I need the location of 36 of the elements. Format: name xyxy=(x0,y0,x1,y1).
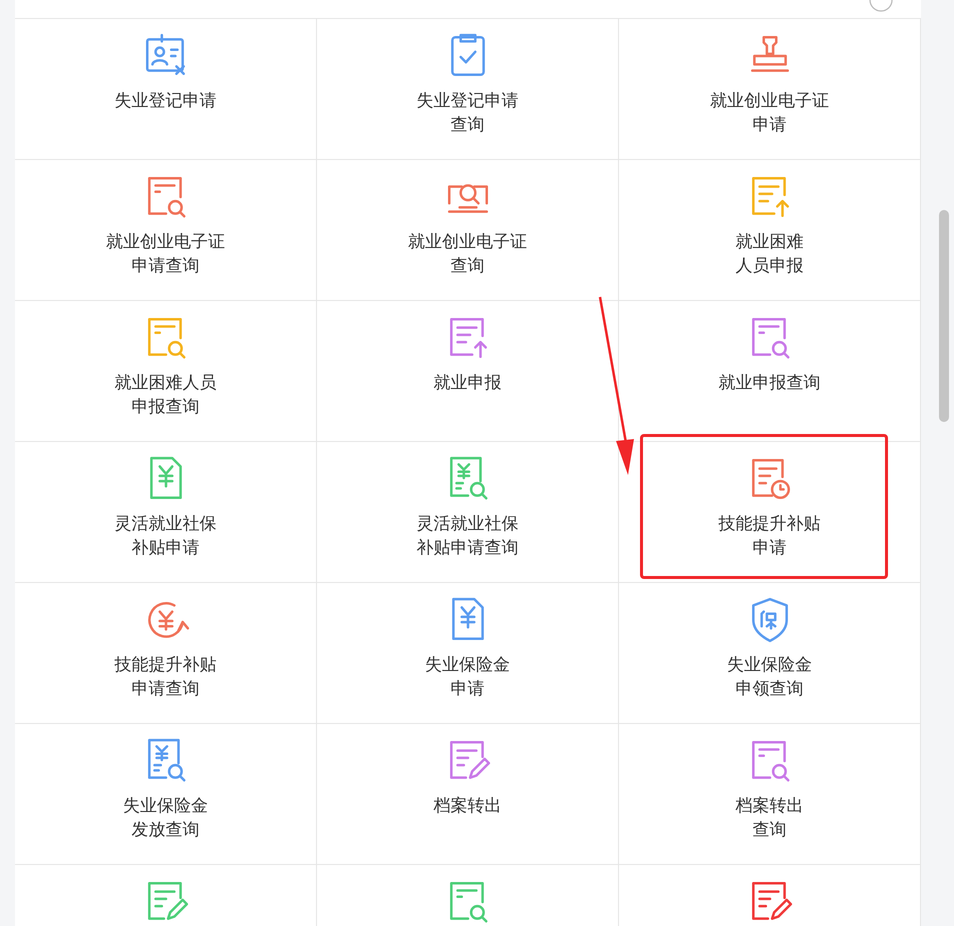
service-label: 失业保险金 发放查询 xyxy=(123,795,208,842)
service-tile[interactable]: 技能提升补贴 申请查询 xyxy=(15,583,317,724)
service-tile[interactable]: 失业登记申请 查询 xyxy=(317,19,619,160)
service-label: 失业保险金 申请 xyxy=(425,654,510,701)
service-label: 技能提升补贴 申请查询 xyxy=(114,654,216,701)
service-label: 就业困难人员 申报查询 xyxy=(114,372,216,419)
service-label: 失业登记申请 xyxy=(114,90,216,113)
service-tile[interactable]: 失业登记申请 xyxy=(15,19,317,160)
service-tile[interactable]: 技能提升补贴 申请 xyxy=(619,442,921,583)
service-label: 失业保险金 申领查询 xyxy=(727,654,812,701)
service-tile[interactable]: 灵活就业社保 补贴申请 xyxy=(15,442,317,583)
service-label: 就业创业电子证 申请查询 xyxy=(106,231,225,278)
service-tile[interactable]: 灵活就业社保 补贴申请查询 xyxy=(317,442,619,583)
service-tile[interactable]: 就业创业电子证 申请 xyxy=(619,19,921,160)
service-label: 技能提升补贴 申请 xyxy=(718,513,820,560)
service-label: 失业登记申请 查询 xyxy=(416,90,518,137)
service-label: 就业创业电子证 申请 xyxy=(710,90,829,137)
service-tile[interactable]: 就业申报查询 xyxy=(619,301,921,442)
service-tile[interactable]: 就业创业电子证 申请查询 xyxy=(15,160,317,301)
service-tile[interactable]: 档案转出 查询 xyxy=(619,724,921,865)
service-label: 就业申报 xyxy=(434,372,502,395)
service-tile[interactable]: 失业保险金 发放查询 xyxy=(15,724,317,865)
service-tile[interactable]: 就业困难 人员申报 xyxy=(619,160,921,301)
service-label: 就业创业电子证 查询 xyxy=(408,231,527,278)
service-tile[interactable]: 失业保险金 申请 xyxy=(317,583,619,724)
service-label: 灵活就业社保 补贴申请 xyxy=(114,513,216,560)
service-label: 就业申报查询 xyxy=(718,372,820,395)
service-label: 档案转出 xyxy=(434,795,502,818)
service-tile[interactable]: 失业保险金 申领查询 xyxy=(619,583,921,724)
service-label: 就业困难 人员申报 xyxy=(736,231,804,278)
service-label: 档案转出 查询 xyxy=(736,795,804,842)
service-tile[interactable]: 就业创业电子证 查询 xyxy=(317,160,619,301)
service-tile[interactable]: 档案转出 xyxy=(317,724,619,865)
service-tile[interactable]: 就业申报 xyxy=(317,301,619,442)
service-label: 灵活就业社保 补贴申请查询 xyxy=(416,513,518,560)
service-tile[interactable]: 就业困难人员 申报查询 xyxy=(15,301,317,442)
